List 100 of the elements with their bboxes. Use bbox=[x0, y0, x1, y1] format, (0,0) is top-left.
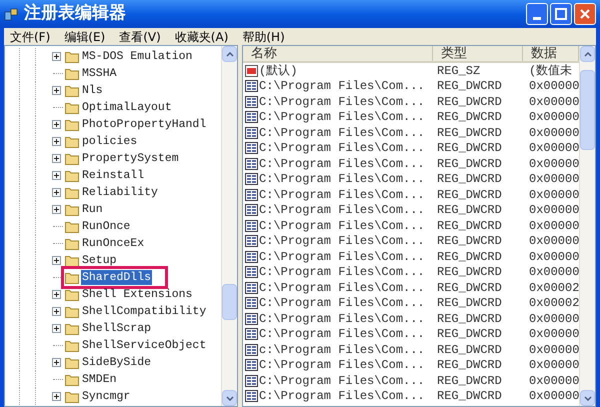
value-name[interactable]: C:\Program Files\Com... bbox=[259, 232, 425, 250]
scrollbar[interactable] bbox=[221, 46, 237, 406]
scroll-down-button[interactable] bbox=[580, 390, 595, 406]
tree-item[interactable]: SMDEn bbox=[81, 372, 118, 387]
tree-item[interactable]: Run bbox=[81, 202, 104, 217]
value-data: 0x00000 bbox=[528, 202, 579, 220]
tree-item[interactable]: MSSHA bbox=[81, 66, 118, 81]
value-name[interactable]: C:\Program Files\Com... bbox=[259, 92, 425, 111]
value-name[interactable]: C:\Program Files\Com... bbox=[259, 387, 425, 406]
value-name[interactable]: C:\Program Files\Com... bbox=[259, 186, 425, 204]
value-type: REG_DWCRD bbox=[436, 202, 503, 220]
tree-item[interactable]: Reinstall bbox=[81, 168, 146, 183]
expand-icon[interactable] bbox=[52, 52, 60, 61]
value-name[interactable]: C:\Program Files\Com... bbox=[259, 216, 425, 235]
string-value-icon bbox=[245, 64, 258, 77]
value-name[interactable]: C:\Program Files\Com... bbox=[259, 139, 425, 158]
column-header[interactable]: 名称 bbox=[243, 46, 433, 61]
scrollbar[interactable] bbox=[579, 46, 595, 406]
value-name[interactable]: C:\Program Files\Com... bbox=[259, 77, 425, 96]
registry-editor-icon bbox=[4, 7, 18, 21]
menu-item[interactable]: 编辑(E) bbox=[64, 30, 106, 42]
value-name[interactable]: C:\Program Files\Com... bbox=[259, 263, 425, 282]
tree-item[interactable]: Reliability bbox=[81, 185, 159, 200]
expand-icon[interactable] bbox=[52, 188, 60, 197]
folder-icon bbox=[65, 238, 79, 250]
tree-item[interactable]: Nls bbox=[81, 83, 104, 98]
value-name[interactable]: C:\Program Files\Com... bbox=[259, 201, 425, 220]
value-name[interactable]: C:\Program Files\Com... bbox=[259, 108, 425, 126]
binary-value-icon bbox=[245, 390, 258, 402]
value-name[interactable]: c:\Program Files\Com... bbox=[259, 340, 425, 359]
value-name[interactable]: C:\Program Files\Com... bbox=[259, 278, 425, 297]
tree-item[interactable]: SideBySide bbox=[81, 355, 152, 370]
binary-value-icon bbox=[245, 96, 258, 108]
scroll-up-button[interactable] bbox=[222, 46, 237, 62]
value-data: 0x00000 bbox=[528, 264, 579, 282]
minimize-icon bbox=[533, 17, 541, 20]
tree-item[interactable]: ShellServiceObject bbox=[81, 338, 208, 353]
folder-icon bbox=[65, 288, 79, 300]
minimize-button[interactable] bbox=[526, 3, 548, 25]
folder-icon bbox=[65, 136, 79, 148]
tree-item[interactable]: RunOnceEx bbox=[81, 236, 146, 251]
value-data: 0x00002 bbox=[528, 280, 579, 297]
menu-item[interactable]: 帮助(H) bbox=[242, 30, 285, 42]
binary-value-icon bbox=[245, 204, 258, 216]
value-data: 0x00000 bbox=[528, 78, 579, 96]
value-data: 0x00000 bbox=[528, 109, 579, 126]
value-name[interactable]: C:\Program Files\Com... bbox=[259, 248, 425, 266]
tree-item[interactable]: policies bbox=[81, 134, 138, 149]
value-name[interactable]: C:\Program Files\Com... bbox=[259, 310, 425, 328]
close-button[interactable] bbox=[574, 3, 596, 25]
value-name[interactable]: C:\Program Files\Com... bbox=[259, 170, 425, 188]
expand-icon[interactable] bbox=[52, 324, 60, 333]
binary-value-icon bbox=[245, 111, 258, 124]
tree-item[interactable]: Shell Extensions bbox=[81, 287, 194, 302]
scroll-down-button[interactable] bbox=[222, 390, 237, 406]
expand-icon[interactable] bbox=[52, 154, 60, 163]
menu-item[interactable]: 收藏夹(A) bbox=[174, 30, 228, 42]
menu-item[interactable]: 查看(V) bbox=[119, 30, 161, 42]
value-name[interactable]: C:\Program Files\Com... bbox=[259, 356, 425, 374]
value-name[interactable]: C:\Program Files\Com... bbox=[259, 372, 425, 390]
tree-item[interactable]: MS-DOS Emulation bbox=[81, 49, 194, 64]
binary-value-icon bbox=[245, 250, 258, 263]
expand-icon[interactable] bbox=[52, 392, 60, 401]
scroll-thumb[interactable] bbox=[580, 70, 595, 150]
expand-icon[interactable] bbox=[52, 120, 60, 129]
expand-icon[interactable] bbox=[52, 137, 60, 146]
tree-item[interactable]: OptimalLayout bbox=[81, 100, 173, 115]
tree-item[interactable]: PhotoPropertyHandl bbox=[81, 117, 208, 132]
value-name[interactable]: C:\Program Files\Com... bbox=[259, 124, 425, 142]
expand-icon[interactable] bbox=[52, 358, 60, 367]
tree-item[interactable]: ShellCompatibility bbox=[81, 304, 208, 319]
column-header[interactable]: 类型 bbox=[433, 46, 523, 61]
folder-icon bbox=[65, 204, 79, 216]
expand-icon[interactable] bbox=[52, 86, 60, 95]
value-data: (数值未 bbox=[528, 62, 574, 80]
expand-icon[interactable] bbox=[52, 171, 60, 180]
folder-icon bbox=[65, 254, 79, 266]
scroll-thumb[interactable] bbox=[222, 284, 237, 320]
tree-item[interactable]: RunOnce bbox=[81, 219, 132, 234]
value-name[interactable]: C:\Program Files\Com... bbox=[259, 325, 425, 344]
tree-item[interactable]: SharedDlls bbox=[81, 270, 152, 285]
tree-item[interactable]: PropertySystem bbox=[81, 151, 180, 166]
maximize-button[interactable] bbox=[550, 3, 572, 25]
expand-icon[interactable] bbox=[52, 205, 60, 214]
expand-icon[interactable] bbox=[52, 256, 60, 265]
value-type: REG_DWCRD bbox=[436, 124, 503, 142]
tree-item[interactable]: ShellScrap bbox=[81, 321, 152, 336]
tree-item[interactable]: Syncmgr bbox=[81, 389, 132, 404]
expand-icon[interactable] bbox=[52, 307, 60, 316]
binary-value-icon bbox=[245, 158, 258, 170]
binary-value-icon bbox=[245, 374, 258, 387]
value-name[interactable]: C:\Program Files\Com... bbox=[259, 154, 425, 173]
scroll-up-button[interactable] bbox=[580, 46, 595, 62]
folder-icon bbox=[65, 186, 79, 198]
value-name[interactable]: C:\Program Files\Com... bbox=[259, 294, 425, 312]
value-name[interactable]: (默认) bbox=[259, 62, 298, 80]
expand-icon[interactable] bbox=[52, 290, 60, 299]
menu-item[interactable]: 文件(F) bbox=[10, 30, 50, 42]
tree-item[interactable]: Setup bbox=[81, 253, 118, 268]
value-data: 0x00000 bbox=[528, 326, 579, 344]
